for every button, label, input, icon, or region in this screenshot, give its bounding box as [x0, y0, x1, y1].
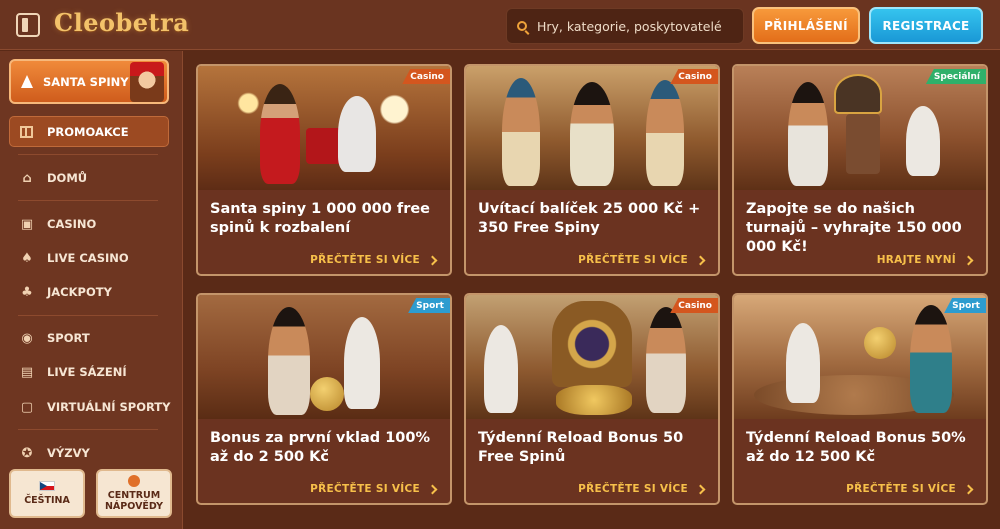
chevron-right-icon [427, 484, 438, 494]
santa-image [130, 62, 164, 102]
sidebar-toggle-icon[interactable] [16, 13, 40, 37]
sidebar-item-label: PROMOAKCE [47, 124, 129, 139]
search-bar[interactable] [506, 8, 744, 44]
help-center-button[interactable]: CENTRUM NÁPOVĚDY [96, 469, 172, 518]
virtual-icon: ▢ [20, 399, 34, 415]
promo-image [466, 295, 718, 419]
promo-image [466, 66, 718, 190]
category-badge: Speciální [925, 69, 986, 84]
chevron-right-icon [427, 255, 438, 265]
language-selector[interactable]: ČEŠTINA [9, 469, 85, 518]
promo-card[interactable]: Speciální Zapojte se do našich turnajů –… [732, 64, 988, 276]
category-badge: Casino [402, 69, 450, 84]
link-label: PŘEČTĚTE SI VÍCE [310, 254, 420, 266]
promo-image [198, 295, 450, 419]
divider [18, 154, 158, 155]
ball-icon: ◉ [21, 330, 33, 346]
promo-title: Uvítací balíček 25 000 Kč + 350 Free Spi… [478, 201, 701, 236]
register-button[interactable]: REGISTRACE [869, 7, 983, 44]
read-more-link[interactable]: PŘEČTĚTE SI VÍCE [310, 483, 438, 495]
sidebar-item-jackpots[interactable]: ♣ JACKPOTY [0, 277, 183, 307]
sidebar-item-label: SPORT [47, 331, 90, 345]
link-label: PŘEČTĚTE SI VÍCE [578, 483, 688, 495]
promo-image [734, 66, 986, 190]
link-label: PŘEČTĚTE SI VÍCE [578, 254, 688, 266]
promo-card[interactable]: Casino Týdenní Reload Bonus 50 Free Spin… [464, 293, 720, 505]
sidebar-item-home[interactable]: ⌂ DOMŮ [0, 163, 183, 193]
promo-card[interactable]: Sport Bonus za první vklad 100% až do 2 … [196, 293, 452, 505]
language-label: ČEŠTINA [24, 495, 70, 506]
sidebar-item-label: VÝZVY [47, 446, 90, 460]
sidebar-item-sport[interactable]: ◉ SPORT [0, 323, 183, 353]
sidebar-item-virtual-sports[interactable]: ▢ VIRTUÁLNÍ SPORTY [0, 392, 183, 422]
sidebar-item-casino[interactable]: ▣ CASINO [0, 209, 183, 239]
slot-machine-icon: ▣ [20, 216, 34, 232]
sidebar-item-label: DOMŮ [47, 171, 88, 185]
help-label-line2: NÁPOVĚDY [104, 501, 163, 512]
challenge-icon: ✪ [21, 445, 33, 461]
cards-icon: ♠ [21, 250, 33, 266]
czech-flag-icon [39, 481, 55, 491]
promo-title: Týdenní Reload Bonus 50 Free Spinů [478, 430, 684, 465]
category-badge: Casino [670, 298, 718, 313]
live-icon: ▤ [20, 364, 34, 380]
divider [18, 429, 158, 430]
read-more-link[interactable]: PŘEČTĚTE SI VÍCE [846, 483, 974, 495]
sidebar-item-promotions[interactable]: PROMOAKCE [9, 116, 169, 147]
logo[interactable]: Cleobetra [54, 8, 189, 37]
read-more-link[interactable]: PŘEČTĚTE SI VÍCE [578, 254, 706, 266]
chevron-right-icon [695, 484, 706, 494]
santa-spins-label: SANTA SPINY [43, 74, 129, 89]
sidebar-item-challenges[interactable]: ✪ VÝZVY [0, 438, 183, 468]
promo-card[interactable]: Casino Santa spiny 1 000 000 free spinů … [196, 64, 452, 276]
chevron-right-icon [963, 255, 974, 265]
home-icon: ⌂ [22, 170, 32, 186]
clover-icon: ♣ [21, 284, 33, 300]
sidebar-item-label: LIVE CASINO [47, 251, 129, 265]
help-icon [128, 475, 140, 487]
promo-card[interactable]: Sport Týdenní Reload Bonus 50% až do 12 … [732, 293, 988, 505]
chevron-right-icon [963, 484, 974, 494]
gift-icon [20, 125, 33, 138]
promo-title: Bonus za první vklad 100% až do 2 500 Kč [210, 430, 431, 465]
christmas-tree-icon [21, 75, 33, 88]
read-more-link[interactable]: PŘEČTĚTE SI VÍCE [578, 483, 706, 495]
link-label: HRAJTE NYNÍ [876, 254, 956, 266]
promo-title: Zapojte se do našich turnajů – vyhrajte … [746, 201, 962, 255]
play-now-link[interactable]: HRAJTE NYNÍ [876, 254, 974, 266]
read-more-link[interactable]: PŘEČTĚTE SI VÍCE [310, 254, 438, 266]
sidebar: SANTA SPINY PROMOAKCE ⌂ DOMŮ ▣ CASINO ♠ … [0, 51, 183, 529]
promo-title: Santa spiny 1 000 000 free spinů k rozba… [210, 201, 431, 236]
divider [18, 315, 158, 316]
sidebar-item-label: JACKPOTY [47, 285, 112, 299]
chevron-right-icon [695, 255, 706, 265]
sidebar-item-label: CASINO [47, 217, 97, 231]
link-label: PŘEČTĚTE SI VÍCE [846, 483, 956, 495]
divider [18, 200, 158, 201]
santa-spins-button[interactable]: SANTA SPINY [9, 59, 169, 104]
promo-card[interactable]: Casino Uvítací balíček 25 000 Kč + 350 F… [464, 64, 720, 276]
link-label: PŘEČTĚTE SI VÍCE [310, 483, 420, 495]
top-header: Cleobetra PŘIHLÁŠENÍ REGISTRACE [0, 0, 1000, 50]
sidebar-item-label: LIVE SÁZENÍ [47, 365, 127, 379]
category-badge: Casino [670, 69, 718, 84]
login-button[interactable]: PŘIHLÁŠENÍ [752, 7, 860, 44]
promo-image [734, 295, 986, 419]
sidebar-item-live-betting[interactable]: ▤ LIVE SÁZENÍ [0, 357, 183, 387]
promo-image [198, 66, 450, 190]
search-input[interactable] [537, 18, 737, 34]
search-icon [517, 21, 527, 31]
help-label-line1: CENTRUM [107, 490, 161, 501]
sidebar-item-live-casino[interactable]: ♠ LIVE CASINO [0, 243, 183, 273]
sidebar-item-label: VIRTUÁLNÍ SPORTY [47, 400, 171, 414]
promo-title: Týdenní Reload Bonus 50% až do 12 500 Kč [746, 430, 966, 465]
